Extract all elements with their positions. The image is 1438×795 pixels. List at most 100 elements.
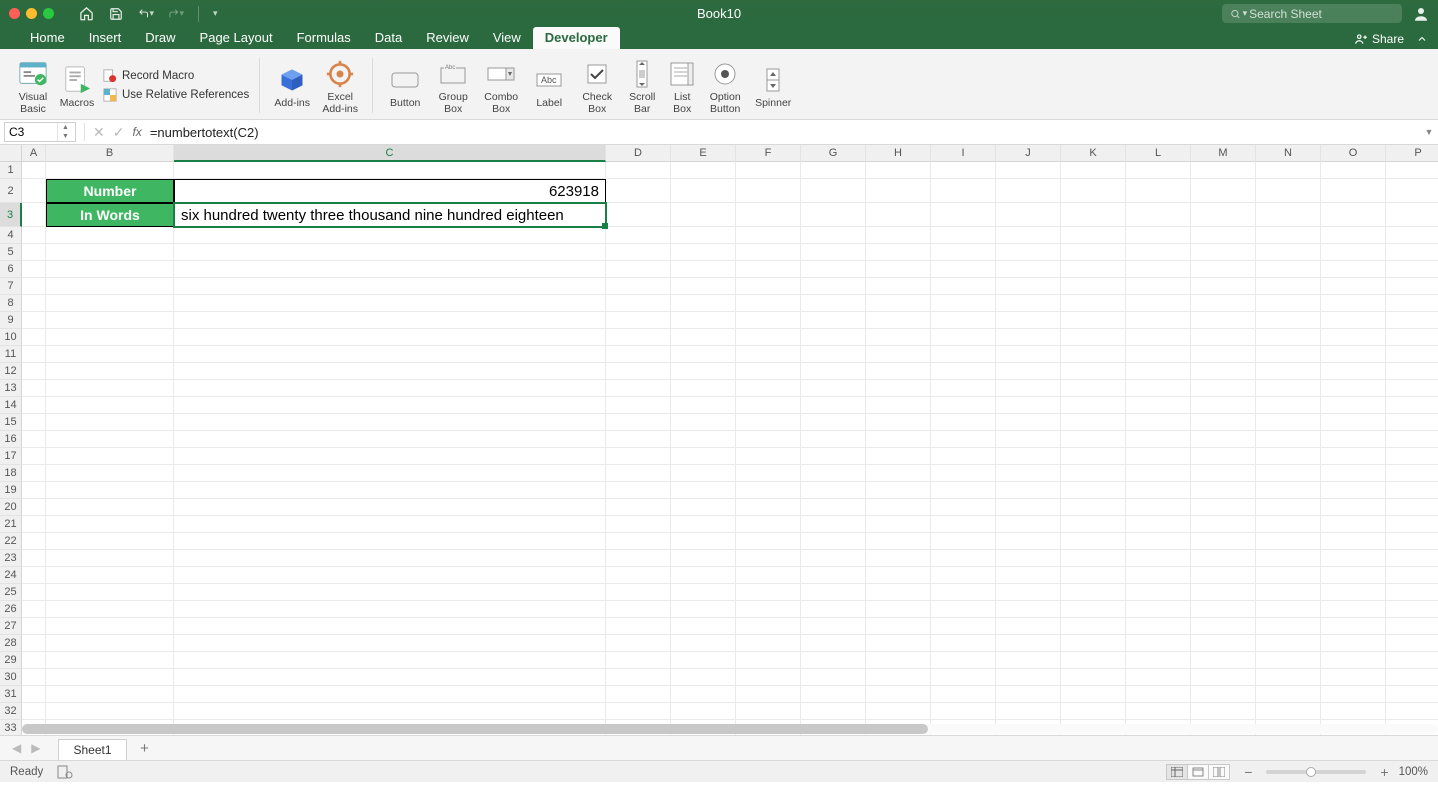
cell-C16[interactable]	[174, 431, 606, 448]
cell-H12[interactable]	[866, 363, 931, 380]
cell-J19[interactable]	[996, 482, 1061, 499]
account-icon[interactable]	[1412, 5, 1430, 23]
cell-M21[interactable]	[1191, 516, 1256, 533]
cell-H9[interactable]	[866, 312, 931, 329]
record-macro-button[interactable]: Record Macro	[102, 68, 249, 84]
cell-M27[interactable]	[1191, 618, 1256, 635]
cell-B5[interactable]	[46, 244, 174, 261]
cell-F21[interactable]	[736, 516, 801, 533]
visual-basic-button[interactable]: Visual Basic	[14, 56, 52, 114]
cell-J4[interactable]	[996, 227, 1061, 244]
collapse-ribbon-icon[interactable]	[1416, 33, 1428, 45]
cell-J8[interactable]	[996, 295, 1061, 312]
undo-icon[interactable]: ▾	[138, 6, 154, 22]
cell-O9[interactable]	[1321, 312, 1386, 329]
row-header-15[interactable]: 15	[0, 414, 22, 431]
cell-A26[interactable]	[22, 601, 46, 618]
cell-C8[interactable]	[174, 295, 606, 312]
cell-F3[interactable]	[736, 203, 801, 227]
cell-N22[interactable]	[1256, 533, 1321, 550]
cell-L12[interactable]	[1126, 363, 1191, 380]
cell-I30[interactable]	[931, 669, 996, 686]
row-header-9[interactable]: 9	[0, 312, 22, 329]
cell-H6[interactable]	[866, 261, 931, 278]
cell-L32[interactable]	[1126, 703, 1191, 720]
cell-F16[interactable]	[736, 431, 801, 448]
cell-M2[interactable]	[1191, 179, 1256, 203]
cell-B8[interactable]	[46, 295, 174, 312]
cell-K19[interactable]	[1061, 482, 1126, 499]
column-header-D[interactable]: D	[606, 145, 671, 162]
cell-D7[interactable]	[606, 278, 671, 295]
cell-M26[interactable]	[1191, 601, 1256, 618]
form-button-button[interactable]: Button	[383, 62, 427, 109]
cell-A29[interactable]	[22, 652, 46, 669]
cell-O20[interactable]	[1321, 499, 1386, 516]
cell-C15[interactable]	[174, 414, 606, 431]
cell-K18[interactable]	[1061, 465, 1126, 482]
cell-I12[interactable]	[931, 363, 996, 380]
cell-C25[interactable]	[174, 584, 606, 601]
cell-G30[interactable]	[801, 669, 866, 686]
row-header-29[interactable]: 29	[0, 652, 22, 669]
cell-K7[interactable]	[1061, 278, 1126, 295]
cell-D15[interactable]	[606, 414, 671, 431]
cell-B19[interactable]	[46, 482, 174, 499]
cell-D26[interactable]	[606, 601, 671, 618]
cell-N27[interactable]	[1256, 618, 1321, 635]
cell-P13[interactable]	[1386, 380, 1438, 397]
cell-J25[interactable]	[996, 584, 1061, 601]
column-header-N[interactable]: N	[1256, 145, 1321, 162]
cell-L25[interactable]	[1126, 584, 1191, 601]
cell-H22[interactable]	[866, 533, 931, 550]
column-header-J[interactable]: J	[996, 145, 1061, 162]
cell-O24[interactable]	[1321, 567, 1386, 584]
cell-K2[interactable]	[1061, 179, 1126, 203]
cell-E32[interactable]	[671, 703, 736, 720]
cell-C22[interactable]	[174, 533, 606, 550]
cell-N1[interactable]	[1256, 162, 1321, 179]
cell-L14[interactable]	[1126, 397, 1191, 414]
cell-I20[interactable]	[931, 499, 996, 516]
cell-F5[interactable]	[736, 244, 801, 261]
cell-P14[interactable]	[1386, 397, 1438, 414]
cell-E8[interactable]	[671, 295, 736, 312]
cell-L7[interactable]	[1126, 278, 1191, 295]
cell-I16[interactable]	[931, 431, 996, 448]
cell-P15[interactable]	[1386, 414, 1438, 431]
zoom-out-button[interactable]: −	[1244, 764, 1252, 780]
cell-K30[interactable]	[1061, 669, 1126, 686]
tab-page-layout[interactable]: Page Layout	[188, 27, 285, 49]
cell-K28[interactable]	[1061, 635, 1126, 652]
cell-P7[interactable]	[1386, 278, 1438, 295]
cell-L30[interactable]	[1126, 669, 1191, 686]
cell-B26[interactable]	[46, 601, 174, 618]
column-header-K[interactable]: K	[1061, 145, 1126, 162]
cell-N15[interactable]	[1256, 414, 1321, 431]
cell-O1[interactable]	[1321, 162, 1386, 179]
cell-L26[interactable]	[1126, 601, 1191, 618]
cell-I32[interactable]	[931, 703, 996, 720]
cell-I21[interactable]	[931, 516, 996, 533]
cell-C3[interactable]: six hundred twenty three thousand nine h…	[174, 203, 606, 227]
cell-D27[interactable]	[606, 618, 671, 635]
cell-O32[interactable]	[1321, 703, 1386, 720]
cell-E22[interactable]	[671, 533, 736, 550]
cell-H21[interactable]	[866, 516, 931, 533]
cell-N4[interactable]	[1256, 227, 1321, 244]
cell-E19[interactable]	[671, 482, 736, 499]
cell-D2[interactable]	[606, 179, 671, 203]
cell-N7[interactable]	[1256, 278, 1321, 295]
cell-O22[interactable]	[1321, 533, 1386, 550]
cell-E28[interactable]	[671, 635, 736, 652]
cell-K29[interactable]	[1061, 652, 1126, 669]
cell-K11[interactable]	[1061, 346, 1126, 363]
cell-P10[interactable]	[1386, 329, 1438, 346]
cell-D19[interactable]	[606, 482, 671, 499]
cell-I26[interactable]	[931, 601, 996, 618]
macros-button[interactable]: Macros	[56, 62, 98, 109]
name-box-down-icon[interactable]: ▼	[58, 132, 73, 141]
cell-B20[interactable]	[46, 499, 174, 516]
column-header-A[interactable]: A	[22, 145, 46, 162]
cell-M12[interactable]	[1191, 363, 1256, 380]
